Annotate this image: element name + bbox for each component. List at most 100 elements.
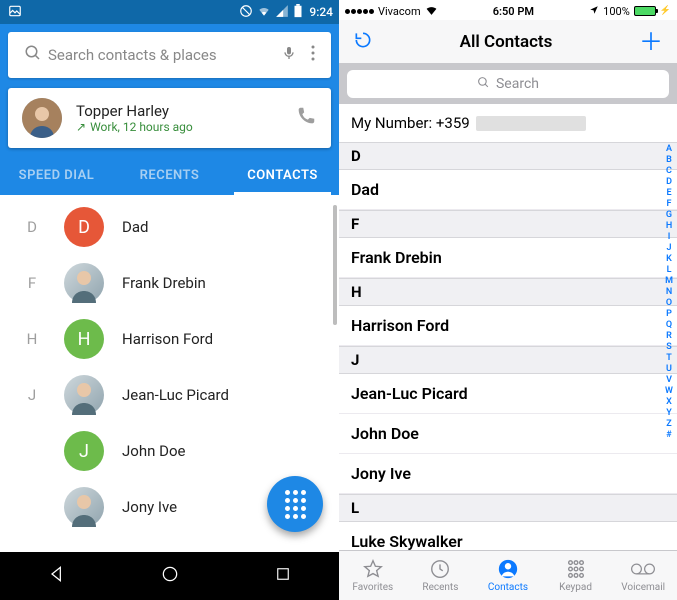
- my-number-row[interactable]: My Number: +359: [339, 104, 677, 142]
- index-letter[interactable]: F: [667, 199, 672, 209]
- suggestion-avatar: [22, 98, 62, 138]
- index-letter[interactable]: Q: [666, 320, 672, 330]
- ios-status-bar: Vivacom 6:50 PM 100% ⚡: [339, 0, 677, 20]
- tab-recents[interactable]: Recents: [407, 551, 475, 600]
- section-header: J: [339, 346, 677, 374]
- index-letter[interactable]: N: [666, 287, 672, 297]
- tab-favorites[interactable]: Favorites: [339, 551, 407, 600]
- battery-icon: [293, 4, 303, 21]
- index-letter[interactable]: T: [666, 353, 672, 363]
- section-header: D: [339, 142, 677, 170]
- contact-avatar: [64, 375, 104, 415]
- suggestion-subtitle: ↗ Work, 12 hours ago: [76, 120, 295, 134]
- ios-search-bar[interactable]: Search: [339, 64, 677, 104]
- contact-name: Harrison Ford: [122, 330, 213, 348]
- search-icon: [477, 76, 490, 93]
- section-letter: D: [0, 218, 64, 236]
- index-letter[interactable]: Y: [666, 408, 672, 418]
- index-letter[interactable]: X: [666, 397, 672, 407]
- person-icon: [497, 558, 519, 580]
- tab-recents[interactable]: RECENTS: [113, 156, 226, 195]
- mic-icon[interactable]: [281, 45, 297, 65]
- tab-contacts[interactable]: CONTACTS: [226, 156, 339, 195]
- index-letter[interactable]: J: [666, 243, 671, 253]
- status-time: 9:24: [309, 5, 333, 19]
- contact-avatar: J: [64, 431, 104, 471]
- index-letter[interactable]: G: [666, 210, 672, 220]
- index-letter[interactable]: U: [666, 364, 672, 374]
- wifi-icon: [425, 5, 438, 18]
- index-letter[interactable]: K: [666, 254, 672, 264]
- index-letter[interactable]: V: [666, 375, 672, 385]
- phone-icon[interactable]: [295, 105, 317, 131]
- status-time: 6:50 PM: [438, 5, 590, 18]
- section-letter: F: [0, 274, 64, 292]
- search-placeholder: Search: [496, 76, 539, 92]
- section-header: H: [339, 278, 677, 306]
- contact-row[interactable]: F Frank Drebin: [0, 255, 339, 311]
- contact-name: John Doe: [122, 442, 185, 460]
- index-letter[interactable]: H: [666, 221, 672, 231]
- contact-row[interactable]: Jony Ive: [339, 454, 677, 494]
- contact-row[interactable]: Frank Drebin: [339, 238, 677, 278]
- index-letter[interactable]: I: [668, 232, 671, 242]
- contact-avatar: [64, 487, 104, 527]
- contact-row[interactable]: DDDad: [0, 199, 339, 255]
- index-letter[interactable]: C: [666, 166, 672, 176]
- suggestion-card[interactable]: Topper Harley ↗ Work, 12 hours ago: [8, 88, 331, 148]
- index-letter[interactable]: B: [666, 155, 672, 165]
- outgoing-arrow-icon: ↗: [76, 120, 86, 134]
- index-letter[interactable]: #: [666, 430, 671, 440]
- contact-row[interactable]: J John Doe: [0, 423, 339, 479]
- index-letter[interactable]: M: [665, 276, 673, 286]
- search-icon: [24, 44, 42, 66]
- refresh-button[interactable]: [353, 30, 373, 54]
- contact-name: Frank Drebin: [122, 274, 206, 292]
- star-icon: [362, 558, 384, 580]
- contact-row[interactable]: Dad: [339, 170, 677, 210]
- location-icon: [589, 5, 599, 18]
- contact-row[interactable]: Jean-Luc Picard: [339, 374, 677, 414]
- contact-row[interactable]: Harrison Ford: [339, 306, 677, 346]
- contact-row[interactable]: HHHarrison Ford: [0, 311, 339, 367]
- battery-pct: 100%: [603, 5, 630, 18]
- contact-row[interactable]: Luke Skywalker: [339, 522, 677, 550]
- index-letter[interactable]: Z: [666, 419, 671, 429]
- index-letter[interactable]: W: [665, 386, 673, 396]
- back-button[interactable]: [47, 564, 67, 588]
- alpha-index[interactable]: ABCDEFGHIJKLMNOPQRSTUVWXYZ#: [662, 142, 676, 550]
- android-status-bar: 9:24: [0, 0, 339, 24]
- section-header: F: [339, 210, 677, 238]
- section-letter: H: [0, 330, 64, 348]
- index-letter[interactable]: R: [666, 331, 672, 341]
- contact-row[interactable]: J Jean-Luc Picard: [0, 367, 339, 423]
- section-letter: J: [0, 386, 64, 404]
- tab-keypad[interactable]: Keypad: [542, 551, 610, 600]
- contact-avatar: [64, 263, 104, 303]
- contact-name: Jean-Luc Picard: [122, 386, 229, 404]
- ios-contact-list[interactable]: DDadFFrank DrebinHHarrison FordJJean-Luc…: [339, 142, 677, 550]
- ios-header: All Contacts ＋: [339, 20, 677, 64]
- home-button[interactable]: [160, 564, 180, 588]
- index-letter[interactable]: S: [666, 342, 672, 352]
- tab-contacts[interactable]: Contacts: [474, 551, 542, 600]
- index-letter[interactable]: O: [666, 298, 672, 308]
- search-input[interactable]: [48, 46, 275, 64]
- add-button[interactable]: ＋: [639, 30, 663, 54]
- index-letter[interactable]: D: [666, 177, 672, 187]
- index-letter[interactable]: A: [666, 144, 672, 154]
- carrier-label: Vivacom: [378, 5, 421, 18]
- dialpad-fab[interactable]: [267, 476, 323, 532]
- index-letter[interactable]: E: [666, 188, 671, 198]
- index-letter[interactable]: L: [667, 265, 672, 275]
- scrollbar-thumb[interactable]: [333, 205, 337, 325]
- recent-apps-button[interactable]: [274, 565, 292, 587]
- suggestion-name: Topper Harley: [76, 102, 295, 120]
- contact-row[interactable]: John Doe: [339, 414, 677, 454]
- more-icon[interactable]: [311, 45, 315, 65]
- tab-speed-dial[interactable]: SPEED DIAL: [0, 156, 113, 195]
- tab-voicemail[interactable]: Voicemail: [609, 551, 677, 600]
- index-letter[interactable]: P: [666, 309, 672, 319]
- tab-row: SPEED DIAL RECENTS CONTACTS: [0, 156, 339, 195]
- search-bar[interactable]: [8, 32, 331, 78]
